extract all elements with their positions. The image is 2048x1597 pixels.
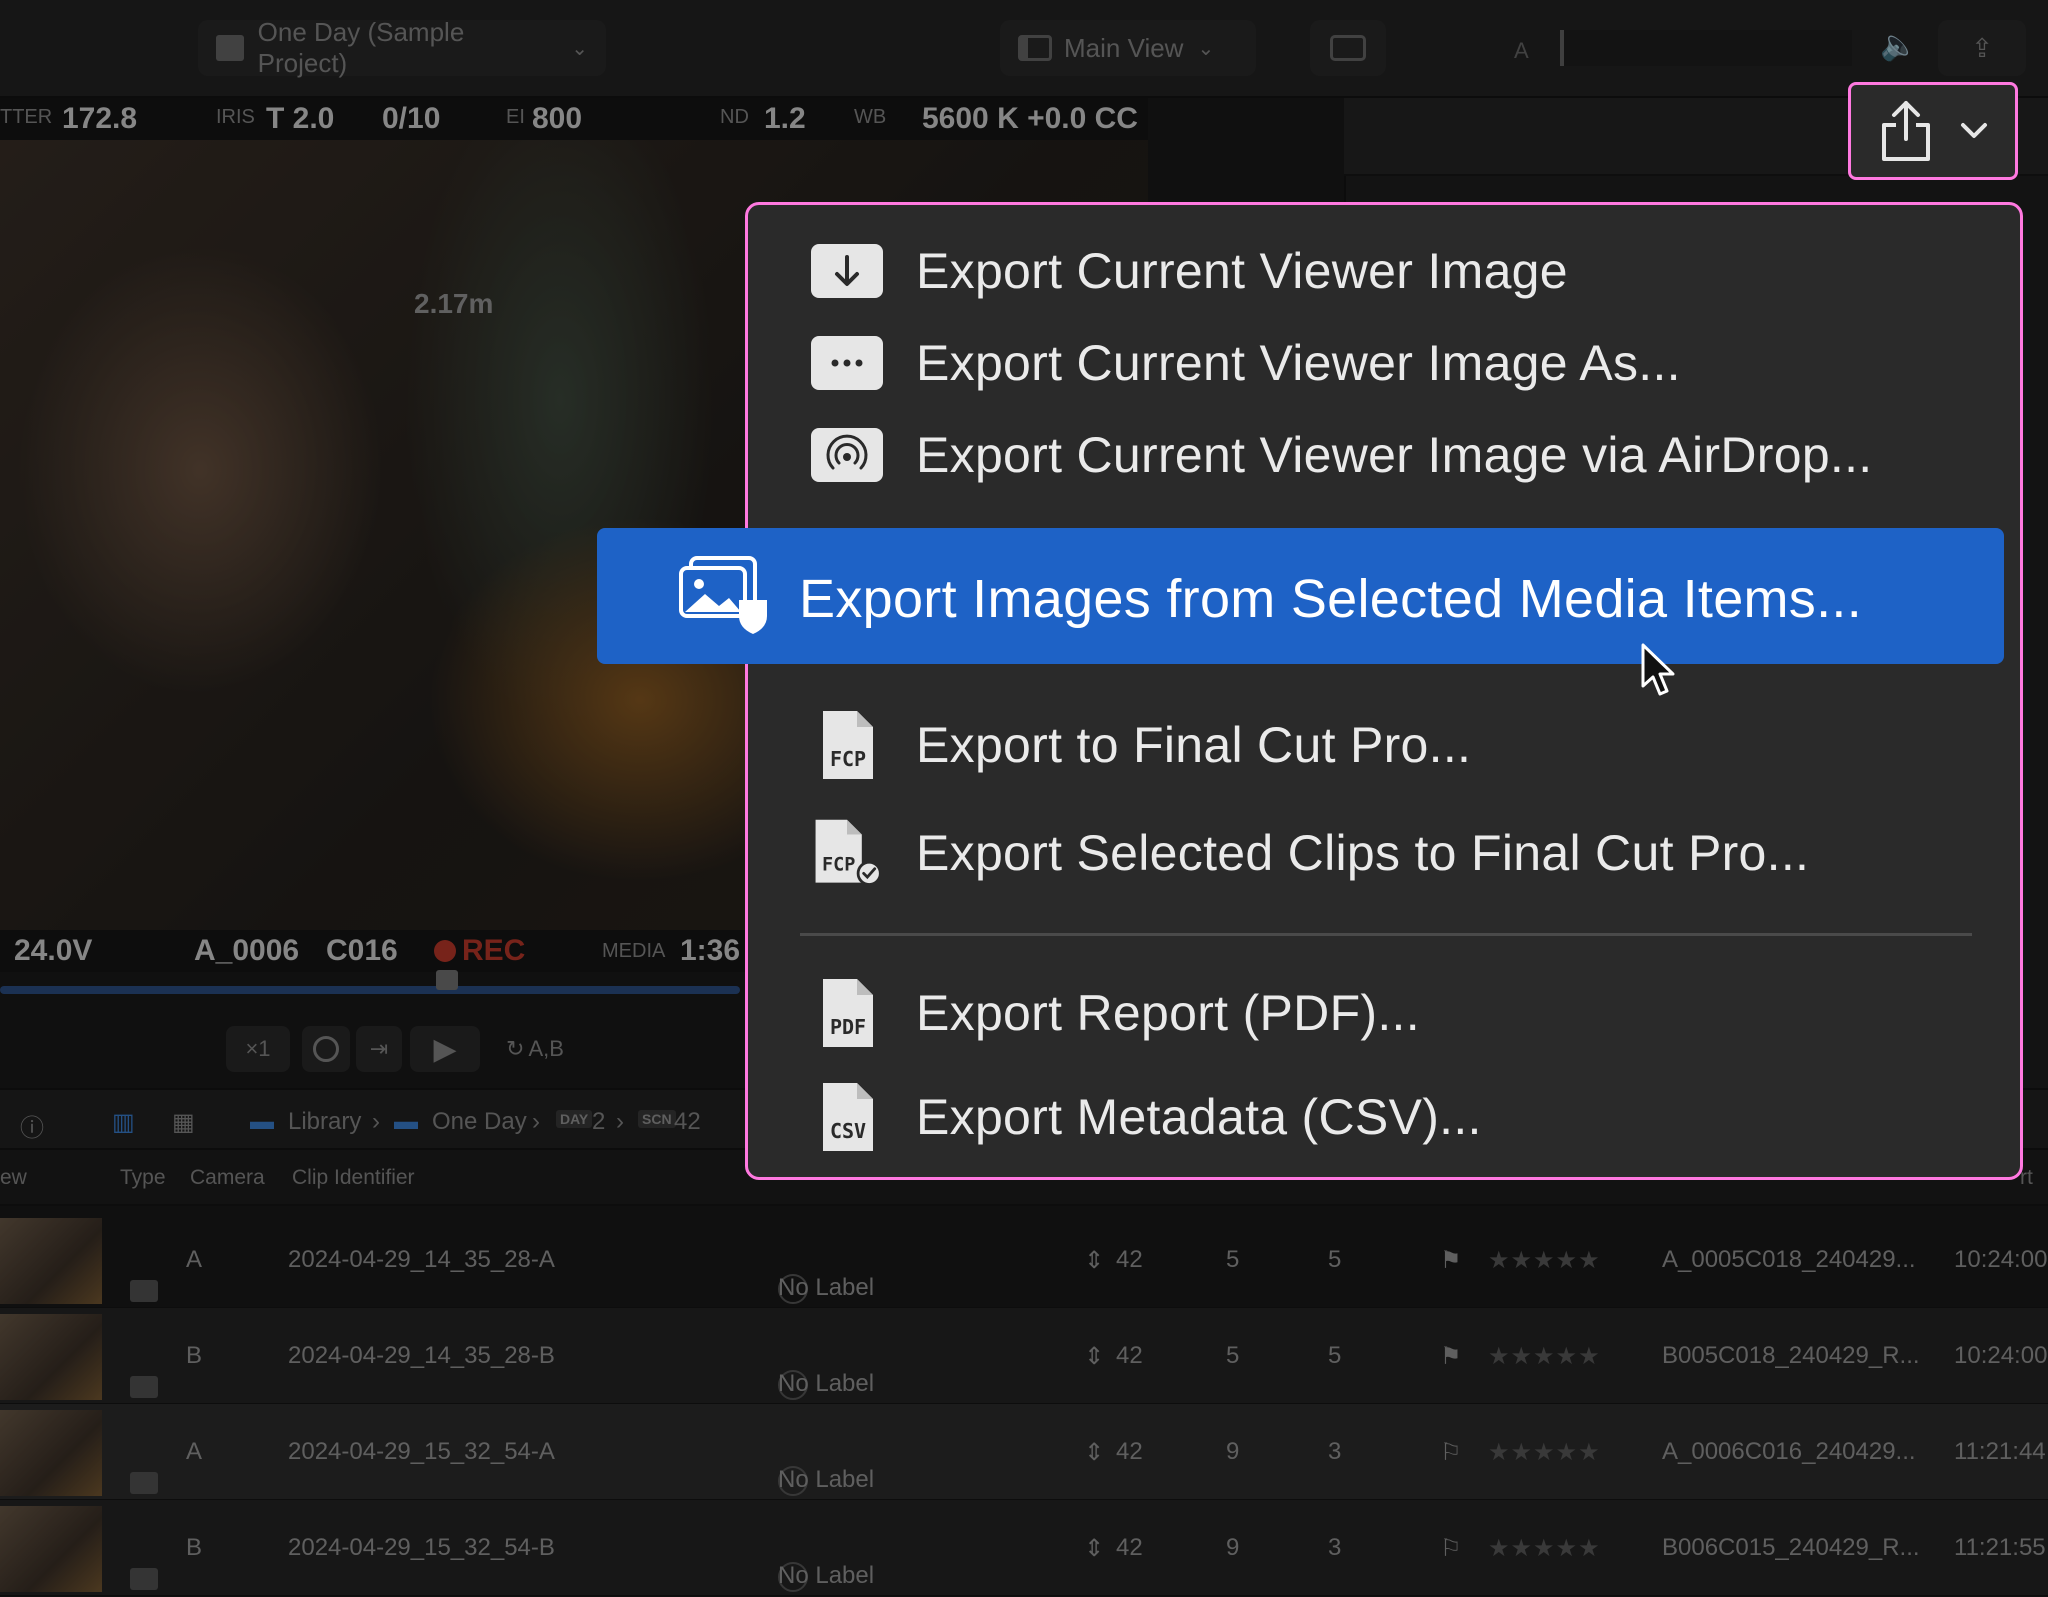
share-icon	[1882, 101, 1930, 161]
menu-item-export-to-fcp[interactable]: FCP Export to Final Cut Pro...	[748, 699, 2020, 791]
mouse-cursor-icon	[1641, 643, 1675, 696]
pdf-file-icon: PDF	[810, 979, 884, 1047]
menu-item-export-viewer-image-as[interactable]: Export Current Viewer Image As...	[748, 317, 2020, 409]
more-icon	[810, 335, 884, 391]
menu-item-export-metadata-csv[interactable]: CSV Export Metadata (CSV)...	[748, 1071, 2020, 1163]
csv-file-icon: CSV	[810, 1083, 884, 1151]
fcp-file-icon: FCP	[810, 711, 884, 779]
airdrop-icon	[810, 427, 884, 483]
menu-item-export-selected-to-fcp[interactable]: FCP Export Selected Clips to Final Cut P…	[748, 807, 2020, 899]
chevron-down-icon	[1961, 123, 1987, 138]
download-icon	[810, 243, 884, 299]
svg-text:FCP: FCP	[830, 747, 866, 771]
svg-text:FCP: FCP	[822, 855, 855, 876]
menu-item-export-report-pdf[interactable]: PDF Export Report (PDF)...	[748, 967, 2020, 1059]
export-menu: Export Current Viewer Image Export Curre…	[745, 202, 2023, 1180]
menu-item-export-viewer-image[interactable]: Export Current Viewer Image	[748, 225, 2020, 317]
svg-text:PDF: PDF	[830, 1015, 866, 1039]
menu-separator	[800, 933, 1972, 936]
fcp-check-file-icon: FCP	[810, 819, 884, 886]
share-button[interactable]	[1848, 82, 2018, 180]
menu-item-export-images-selected[interactable]: Export Images from Selected Media Items.…	[597, 528, 2004, 664]
menu-item-export-viewer-image-airdrop[interactable]: Export Current Viewer Image via AirDrop.…	[748, 409, 2020, 501]
svg-text:CSV: CSV	[830, 1119, 866, 1143]
images-icon	[675, 556, 775, 636]
